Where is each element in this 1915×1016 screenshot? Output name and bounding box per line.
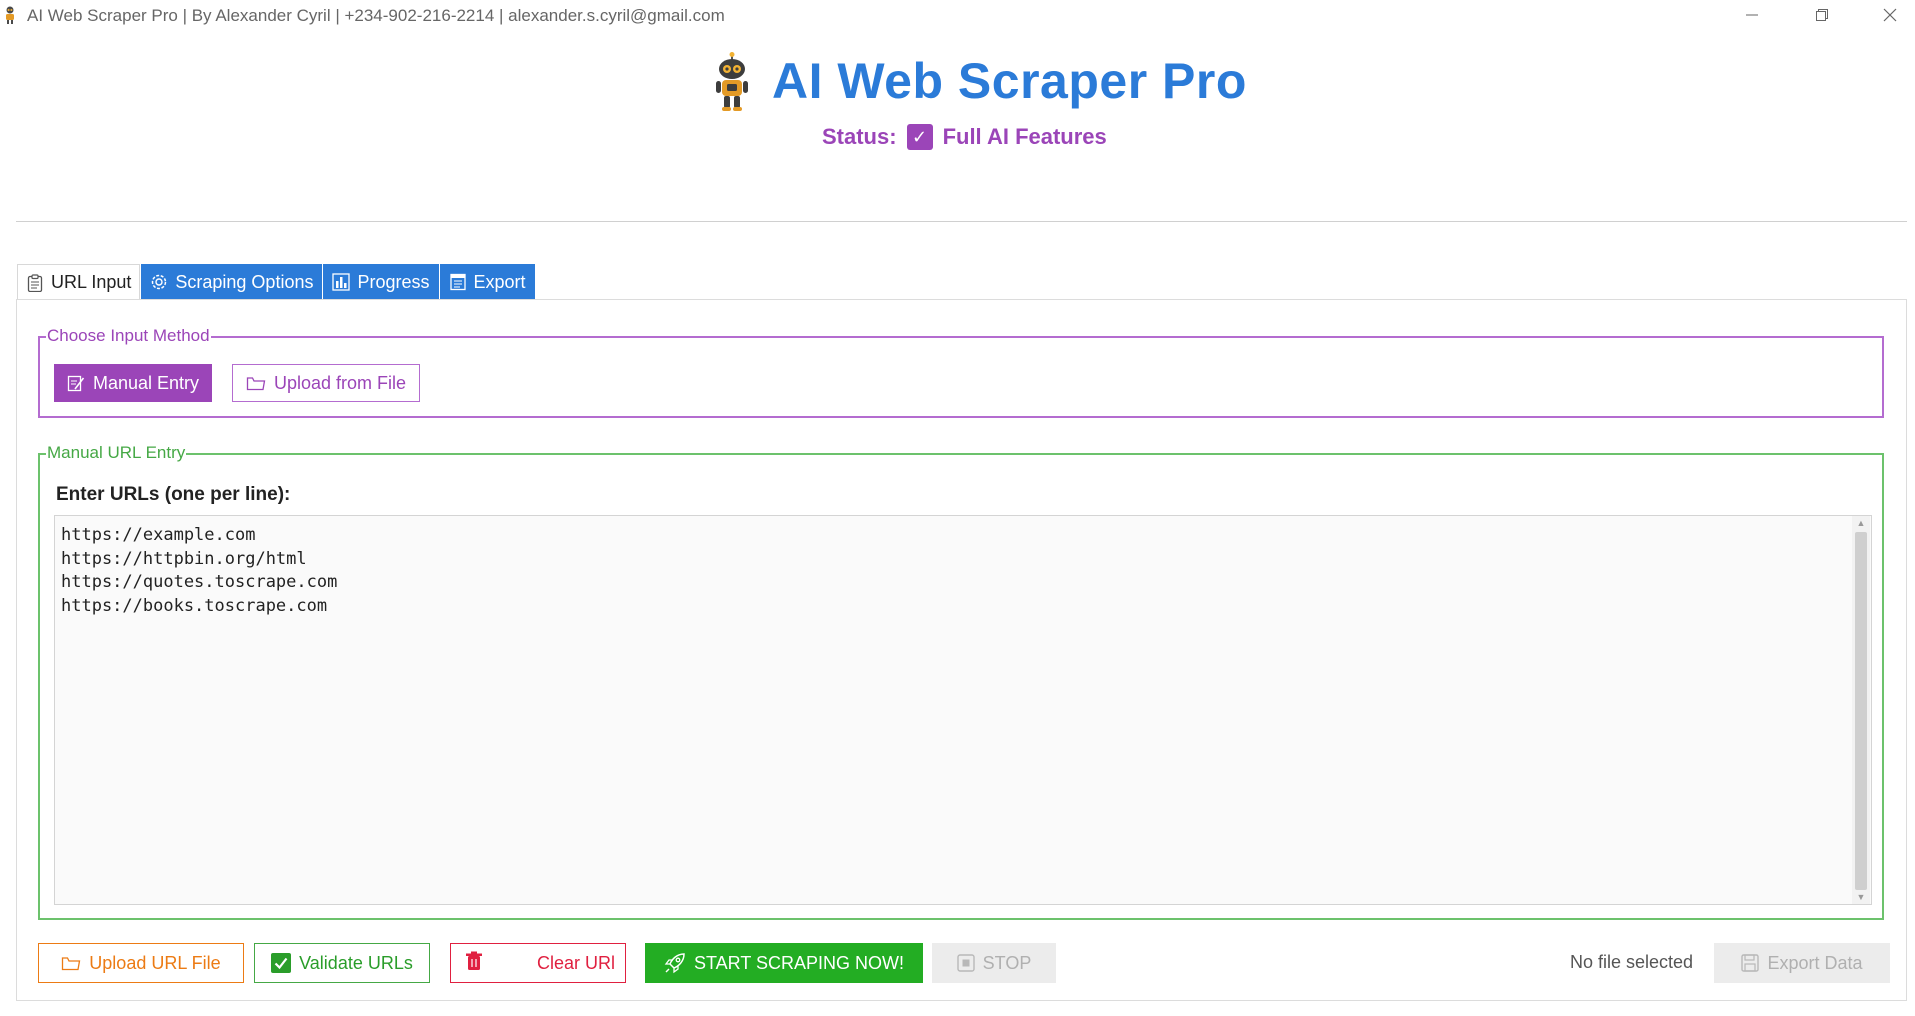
- save-icon: [1741, 954, 1760, 972]
- scroll-up-icon[interactable]: ▲: [1852, 516, 1870, 530]
- folder-icon: [61, 955, 81, 971]
- document-icon: [449, 273, 467, 291]
- tab-scraping-options[interactable]: Scraping Options: [141, 264, 323, 300]
- file-status-text: No file selected: [1570, 952, 1694, 972]
- url-line: https://quotes.toscrape.com: [61, 572, 338, 592]
- url-line: https://example.com: [61, 525, 256, 545]
- tab-label: URL Input: [51, 272, 132, 292]
- tab-export[interactable]: Export: [439, 264, 535, 300]
- close-icon[interactable]: [1860, 0, 1915, 30]
- header-divider: [16, 221, 1907, 222]
- checkmark-icon: ✓: [906, 124, 933, 150]
- upload-from-file-button[interactable]: Upload from File: [232, 364, 420, 402]
- status-label: Status:: [822, 124, 897, 149]
- tab-bar: URL Input Scraping Options Progress Expo…: [17, 264, 536, 300]
- robot-icon: [716, 52, 748, 111]
- group-label: Choose Input Method: [46, 326, 211, 346]
- url-textarea[interactable]: https://example.com https://httpbin.org/h…: [54, 515, 1872, 905]
- url-textarea-scrollbar[interactable]: ▲ ▼: [1852, 516, 1870, 904]
- status-line: Status: ✓ Full AI Features: [822, 124, 1107, 150]
- button-label: Upload URL File: [89, 952, 221, 973]
- button-label: Upload from File: [273, 372, 407, 393]
- manual-entry-button[interactable]: Manual Entry: [54, 364, 212, 402]
- tab-label: Progress: [357, 271, 430, 292]
- scroll-down-icon[interactable]: ▼: [1852, 890, 1870, 904]
- gear-icon: [150, 273, 168, 291]
- checkmark-icon: [271, 953, 292, 973]
- minimize-icon[interactable]: [1722, 0, 1782, 30]
- edit-icon: [67, 374, 85, 392]
- robot-icon: [6, 6, 14, 24]
- upload-url-file-button[interactable]: Upload URL File: [38, 943, 244, 983]
- url-entry-prompt: Enter URLs (one per line):: [56, 484, 291, 505]
- trash-icon: [465, 951, 483, 976]
- stop-icon: [956, 954, 975, 972]
- export-data-button[interactable]: Export Data: [1714, 943, 1890, 983]
- status-value: Full AI Features: [942, 124, 1107, 149]
- tab-progress[interactable]: Progress: [323, 264, 439, 300]
- app-title: AI Web Scraper Pro: [772, 53, 1247, 109]
- button-label: START SCRAPING NOW!: [693, 952, 905, 973]
- window-titlebar: AI Web Scraper Pro | By Alexander Cyril …: [0, 0, 1915, 30]
- clear-urls-button[interactable]: Clear URl: [450, 943, 626, 983]
- folder-icon: [246, 375, 266, 391]
- bar-chart-icon: [332, 273, 351, 291]
- button-label: STOP: [982, 952, 1032, 973]
- validate-urls-button[interactable]: Validate URLs: [254, 943, 430, 983]
- tab-label: Export: [473, 271, 526, 292]
- url-line: https://httpbin.org/html: [61, 548, 307, 569]
- window-title: AI Web Scraper Pro | By Alexander Cyril …: [27, 6, 725, 25]
- stop-button[interactable]: STOP: [932, 943, 1056, 983]
- group-label: Manual URL Entry: [46, 443, 187, 463]
- scrollbar-thumb[interactable]: [1855, 532, 1867, 890]
- tab-label: Scraping Options: [175, 271, 314, 292]
- button-label: Clear URl: [536, 952, 615, 973]
- button-label: Validate URLs: [299, 952, 413, 973]
- start-scraping-button[interactable]: START SCRAPING NOW!: [645, 943, 923, 983]
- tab-url-input[interactable]: URL Input: [17, 264, 141, 300]
- restore-icon[interactable]: [1792, 0, 1852, 30]
- button-label: Manual Entry: [92, 372, 200, 393]
- url-line: https://books.toscrape.com: [61, 595, 328, 616]
- clipboard-icon: [26, 273, 44, 292]
- button-label: Export Data: [1767, 952, 1863, 973]
- rocket-icon: [664, 952, 686, 974]
